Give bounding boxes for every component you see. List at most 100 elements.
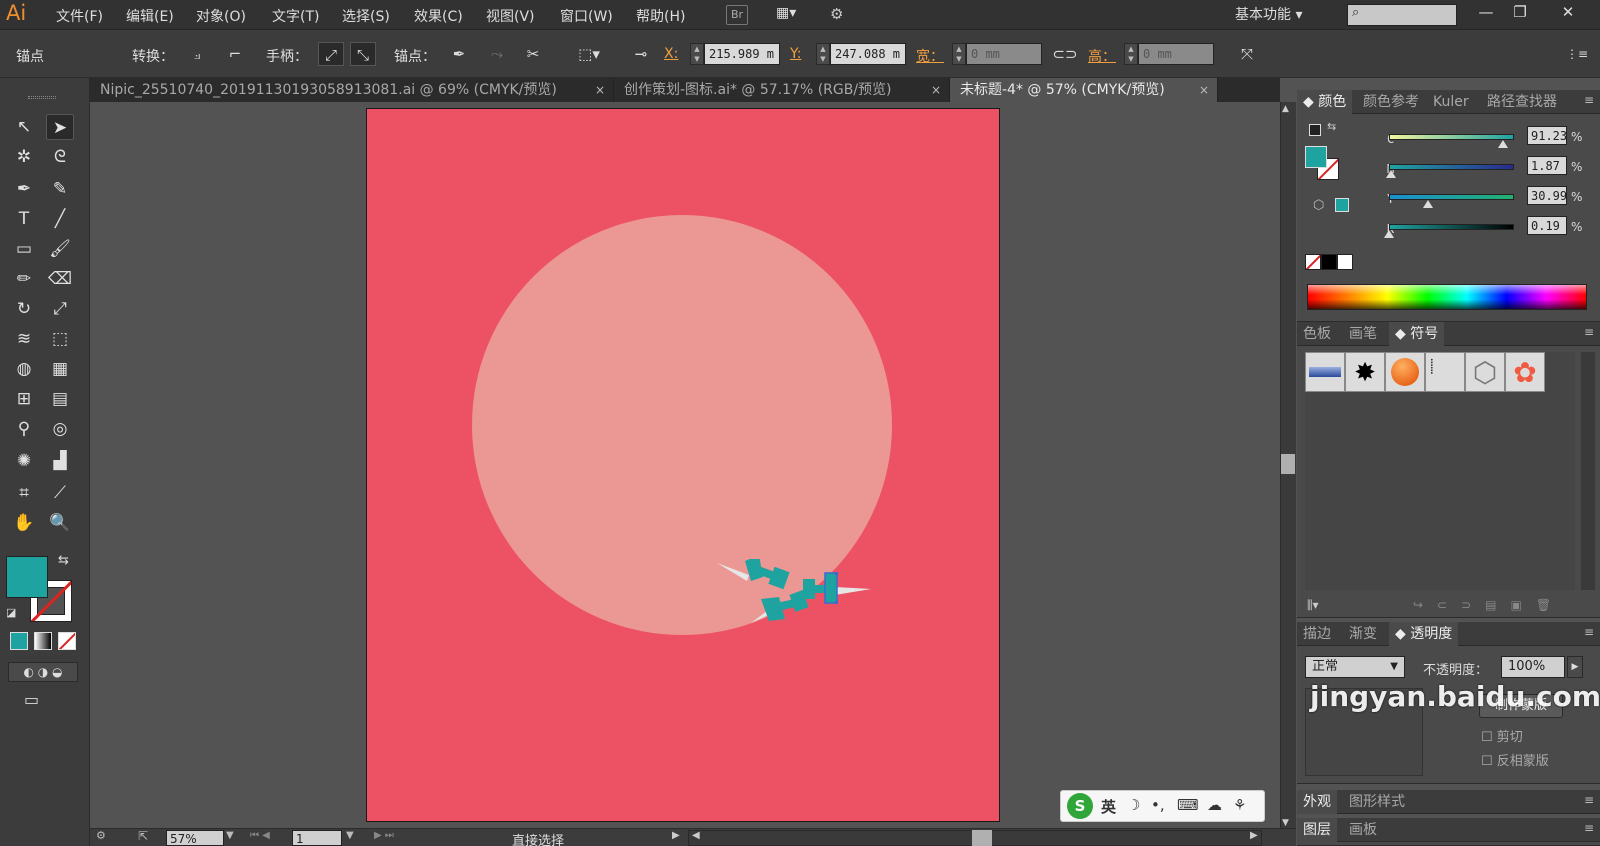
convert-to-smooth-icon[interactable]: ⌐ bbox=[222, 42, 248, 66]
arrange-documents-icon[interactable]: ▦▾ bbox=[776, 5, 810, 25]
magic-wand-tool-icon[interactable]: ✲ bbox=[10, 144, 38, 170]
out-of-gamut-icon[interactable]: ⬡ bbox=[1313, 198, 1324, 213]
hand-tool-icon[interactable]: ✋ bbox=[10, 510, 38, 536]
close-icon[interactable]: × bbox=[931, 78, 941, 102]
first-artboard-icon[interactable]: ⏮ ◀ bbox=[250, 830, 270, 841]
gpu-performance-icon[interactable]: ⚙ bbox=[830, 5, 856, 25]
skin-icon[interactable]: ☁ bbox=[1207, 796, 1222, 814]
drawing-modes-icon[interactable]: ◐ ◑ ◒ bbox=[8, 662, 78, 682]
symbols-scrollbar[interactable] bbox=[1581, 352, 1595, 590]
opacity-field[interactable]: 100% bbox=[1501, 656, 1565, 678]
black-slider[interactable] bbox=[1389, 224, 1514, 230]
none-mode-icon[interactable] bbox=[58, 632, 76, 650]
tab-symbols[interactable]: ◆ 符号 bbox=[1389, 322, 1445, 346]
tab-brushes[interactable]: 画笔 bbox=[1343, 322, 1383, 346]
next-artboard-icon[interactable]: ▶ ⏭ bbox=[374, 830, 394, 841]
tab-appearance[interactable]: 外观 bbox=[1297, 790, 1337, 814]
menu-type[interactable]: 文字(T) bbox=[272, 6, 319, 26]
scroll-left-icon[interactable]: ◀ bbox=[692, 830, 700, 841]
curvature-tool-icon[interactable]: ✎ bbox=[46, 176, 74, 202]
tab-color[interactable]: ◆ 颜色 bbox=[1297, 90, 1353, 114]
swap-fill-stroke-icon[interactable]: ⇆ bbox=[1327, 120, 1336, 133]
symbol-orange-button[interactable] bbox=[1385, 352, 1425, 392]
y-field[interactable]: 247.088 m bbox=[830, 43, 906, 65]
magenta-slider[interactable] bbox=[1389, 164, 1514, 170]
panel-menu-icon[interactable]: ≡ bbox=[1584, 325, 1594, 339]
x-field[interactable]: 215.989 m bbox=[704, 43, 780, 65]
symbol-blue-bar[interactable] bbox=[1305, 352, 1345, 392]
warp-tool-icon[interactable]: ≋ bbox=[10, 326, 38, 352]
ime-language-toggle[interactable]: 英 bbox=[1101, 796, 1116, 817]
magenta-value-field[interactable]: 1.87 bbox=[1527, 156, 1567, 175]
close-button[interactable]: ✕ bbox=[1548, 2, 1588, 22]
clip-checkbox[interactable]: ☐ 剪切 bbox=[1481, 726, 1523, 745]
magenta-slider-thumb[interactable] bbox=[1386, 170, 1397, 178]
tab-graphic-styles[interactable]: 图形样式 bbox=[1343, 790, 1411, 814]
restore-button[interactable]: ❐ bbox=[1500, 2, 1540, 22]
none-swatch[interactable] bbox=[1305, 254, 1321, 270]
direct-selection-tool-icon[interactable]: ➤ bbox=[46, 114, 74, 140]
menu-help[interactable]: 帮助(H) bbox=[636, 6, 685, 26]
tab-stroke[interactable]: 描边 bbox=[1297, 622, 1337, 646]
close-icon[interactable]: × bbox=[1199, 78, 1209, 102]
color-mode-icon[interactable] bbox=[10, 632, 28, 650]
yellow-slider-thumb[interactable] bbox=[1422, 200, 1433, 208]
graph-tool-icon[interactable]: ▟ bbox=[46, 448, 74, 474]
pencil-tool-icon[interactable]: ✏ bbox=[10, 266, 38, 292]
black-slider-thumb[interactable] bbox=[1384, 230, 1395, 238]
tab-pathfinder[interactable]: 路径查找器 bbox=[1481, 90, 1563, 114]
horizontal-scrollbar-thumb[interactable] bbox=[972, 830, 992, 846]
tab-kuler[interactable]: Kuler bbox=[1427, 90, 1475, 114]
type-tool-icon[interactable]: T bbox=[10, 206, 38, 232]
transform-icon[interactable]: ⤧ bbox=[1234, 42, 1260, 66]
zoom-field[interactable]: 57% bbox=[166, 830, 224, 846]
y-stepper[interactable]: ▲ ▼ bbox=[816, 43, 830, 65]
gpu-status-icon[interactable]: ⚙ bbox=[96, 829, 106, 842]
symbol-chain-ring[interactable]: ⬡ bbox=[1465, 352, 1505, 392]
color-spectrum[interactable] bbox=[1307, 284, 1587, 310]
tab-artboards[interactable]: 画板 bbox=[1343, 818, 1383, 842]
selection-tool-icon[interactable]: ↖ bbox=[10, 114, 38, 140]
gradient-tool-icon[interactable]: ▤ bbox=[46, 386, 74, 412]
panel-menu-icon[interactable]: ≡ bbox=[1584, 793, 1594, 807]
symbol-sprayer-tool-icon[interactable]: ✺ bbox=[10, 448, 38, 474]
current-tool-status[interactable]: 直接选择 bbox=[512, 830, 564, 846]
symbol-flower[interactable]: ✿ bbox=[1505, 352, 1545, 392]
isolate-icon[interactable]: ⬚▾ bbox=[576, 42, 602, 66]
artboard[interactable] bbox=[366, 108, 1000, 822]
gradient-mode-icon[interactable] bbox=[34, 632, 52, 650]
ime-tools-icon[interactable]: ⚘ bbox=[1233, 796, 1246, 814]
symbol-dotted-corner[interactable]: ⸽ bbox=[1425, 352, 1465, 392]
cyan-slider[interactable] bbox=[1389, 134, 1514, 140]
invert-mask-checkbox[interactable]: ☐ 反相蒙版 bbox=[1481, 750, 1549, 769]
tab-gradient[interactable]: 渐变 bbox=[1343, 622, 1383, 646]
blend-tool-icon[interactable]: ◎ bbox=[46, 416, 74, 442]
blend-mode-dropdown[interactable]: 正常 ▼ bbox=[1305, 656, 1405, 678]
swap-colors-icon[interactable]: ⇆ bbox=[58, 553, 69, 568]
tab-layers[interactable]: 图层 bbox=[1297, 818, 1337, 842]
black-swatch[interactable] bbox=[1321, 254, 1337, 270]
menu-file[interactable]: 文件(F) bbox=[56, 6, 103, 26]
cut-path-icon[interactable]: ✂ bbox=[520, 42, 546, 66]
close-icon[interactable]: × bbox=[595, 78, 605, 102]
rectangle-tool-icon[interactable]: ▭ bbox=[10, 236, 38, 262]
constrain-proportions-icon[interactable]: ⊂⊃ bbox=[1052, 42, 1078, 66]
yellow-slider[interactable] bbox=[1389, 194, 1514, 200]
artboard-dropdown-icon[interactable]: ▼ bbox=[346, 830, 354, 841]
tab-document-3[interactable]: 未标题-4* @ 57% (CMYK/预览) × bbox=[950, 78, 1218, 102]
symbol-actions-icon[interactable]: ↪⊂⊃▤▣🗑 bbox=[1413, 598, 1565, 612]
black-value-field[interactable]: 0.19 bbox=[1527, 216, 1567, 235]
scroll-down-icon[interactable]: ▼ bbox=[1282, 818, 1289, 828]
menu-select[interactable]: 选择(S) bbox=[342, 6, 390, 26]
status-menu-icon[interactable]: ▶ bbox=[672, 830, 680, 841]
lasso-tool-icon[interactable]: ᘓ bbox=[46, 144, 74, 170]
shape-builder-tool-icon[interactable]: ◍ bbox=[10, 356, 38, 382]
artboard-tool-icon[interactable]: ⌗ bbox=[10, 480, 38, 506]
default-fill-stroke-icon[interactable] bbox=[1309, 124, 1321, 136]
height-stepper[interactable]: ▲ ▼ bbox=[1124, 43, 1138, 65]
zoom-tool-icon[interactable]: 🔍 bbox=[46, 510, 74, 536]
width-field[interactable]: 0 mm bbox=[966, 43, 1042, 65]
menu-object[interactable]: 对象(O) bbox=[196, 6, 246, 26]
connect-anchor-icon[interactable]: ⤳ bbox=[484, 42, 510, 66]
menu-effect[interactable]: 效果(C) bbox=[414, 6, 463, 26]
